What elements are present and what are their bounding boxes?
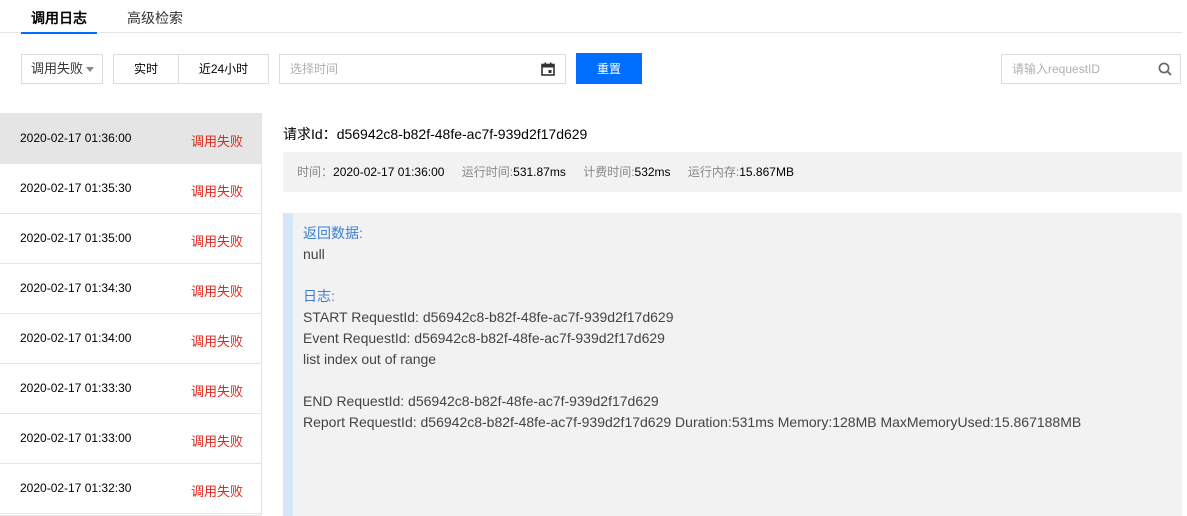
log-time: 2020-02-17 01:34:30 <box>20 281 132 295</box>
memory-label: 运行内存: <box>687 165 740 179</box>
run-time-value: 531.87ms <box>513 165 566 179</box>
invocation-meta: 时间：2020-02-17 01:36:00 运行时间:531.87ms 计费时… <box>283 152 1182 192</box>
log-time: 2020-02-17 01:32:30 <box>20 481 132 495</box>
time-label: 时间： <box>297 165 334 179</box>
log-status: 调用失败 <box>190 184 243 199</box>
date-picker[interactable] <box>279 54 566 84</box>
log-list-item[interactable]: 2020-02-17 01:33:30 调用失败 <box>0 364 261 414</box>
log-status: 调用失败 <box>190 384 243 399</box>
memory-value: 15.867MB <box>739 165 794 179</box>
last-24h-button[interactable]: 近24小时 <box>178 54 269 84</box>
log-line: list index out of range <box>303 351 437 367</box>
status-filter-dropdown[interactable]: 调用失败 <box>21 54 103 84</box>
realtime-button[interactable]: 实时 <box>113 54 179 84</box>
request-id-label: 请求Id： <box>283 126 337 142</box>
log-time: 2020-02-17 01:36:00 <box>20 131 132 145</box>
tab-advanced-search[interactable]: 高级检索 <box>127 8 183 33</box>
run-time-label: 运行时间: <box>461 165 514 179</box>
log-status: 调用失败 <box>190 434 243 449</box>
log-list-item[interactable]: 2020-02-17 01:34:00 调用失败 <box>0 314 261 364</box>
log-status: 调用失败 <box>190 284 243 299</box>
log-label: 日志: <box>303 288 335 304</box>
log-list-item[interactable]: 2020-02-17 01:35:00 调用失败 <box>0 214 261 264</box>
log-status: 调用失败 <box>190 134 243 149</box>
log-status: 调用失败 <box>190 484 243 499</box>
return-data-label: 返回数据: <box>303 225 363 241</box>
log-list-item[interactable]: 2020-02-17 01:36:00 调用失败 <box>0 114 261 164</box>
request-id-title: 请求Id：d56942c8-b82f-48fe-ac7f-939d2f17d62… <box>283 124 587 144</box>
log-time: 2020-02-17 01:35:00 <box>20 231 132 245</box>
log-line: START RequestId: d56942c8-b82f-48fe-ac7f… <box>303 309 674 325</box>
request-id-search[interactable] <box>1001 54 1181 84</box>
log-time: 2020-02-17 01:35:30 <box>20 181 132 195</box>
chevron-down-icon <box>86 67 94 72</box>
tab-bar: 调用日志 高级检索 <box>0 0 1182 34</box>
log-status: 调用失败 <box>190 334 243 349</box>
tab-invocation-log[interactable]: 调用日志 <box>21 8 97 34</box>
log-output-panel: 返回数据: null 日志: START RequestId: d56942c8… <box>283 213 1182 516</box>
log-time: 2020-02-17 01:33:00 <box>20 431 132 445</box>
log-list-item[interactable]: 2020-02-17 01:32:30 调用失败 <box>0 464 261 514</box>
reset-button[interactable]: 重置 <box>576 53 642 84</box>
billed-time-label: 计费时间: <box>583 165 635 179</box>
search-icon[interactable] <box>1158 62 1172 76</box>
return-data-value: null <box>303 246 325 262</box>
log-list-item[interactable]: 2020-02-17 01:34:30 调用失败 <box>0 264 261 314</box>
calendar-icon[interactable] <box>541 62 555 76</box>
request-id-value: d56942c8-b82f-48fe-ac7f-939d2f17d629 <box>336 126 588 142</box>
log-status: 调用失败 <box>190 234 243 249</box>
log-line: END RequestId: d56942c8-b82f-48fe-ac7f-9… <box>303 393 659 409</box>
log-list-item[interactable]: 2020-02-17 01:33:00 调用失败 <box>0 414 261 464</box>
log-line: Event RequestId: d56942c8-b82f-48fe-ac7f… <box>303 330 665 346</box>
log-time: 2020-02-17 01:33:30 <box>20 381 132 395</box>
request-id-input[interactable] <box>1002 55 1152 83</box>
log-list: 2020-02-17 01:36:00 调用失败 2020-02-17 01:3… <box>0 113 262 516</box>
date-input[interactable] <box>280 55 520 83</box>
log-time: 2020-02-17 01:34:00 <box>20 331 132 345</box>
time-value: 2020-02-17 01:36:00 <box>333 165 445 179</box>
log-line: Report RequestId: d56942c8-b82f-48fe-ac7… <box>303 414 1082 430</box>
status-filter-value: 调用失败 <box>31 61 84 76</box>
billed-time-value: 532ms <box>634 165 671 179</box>
log-list-item[interactable]: 2020-02-17 01:35:30 调用失败 <box>0 164 261 214</box>
